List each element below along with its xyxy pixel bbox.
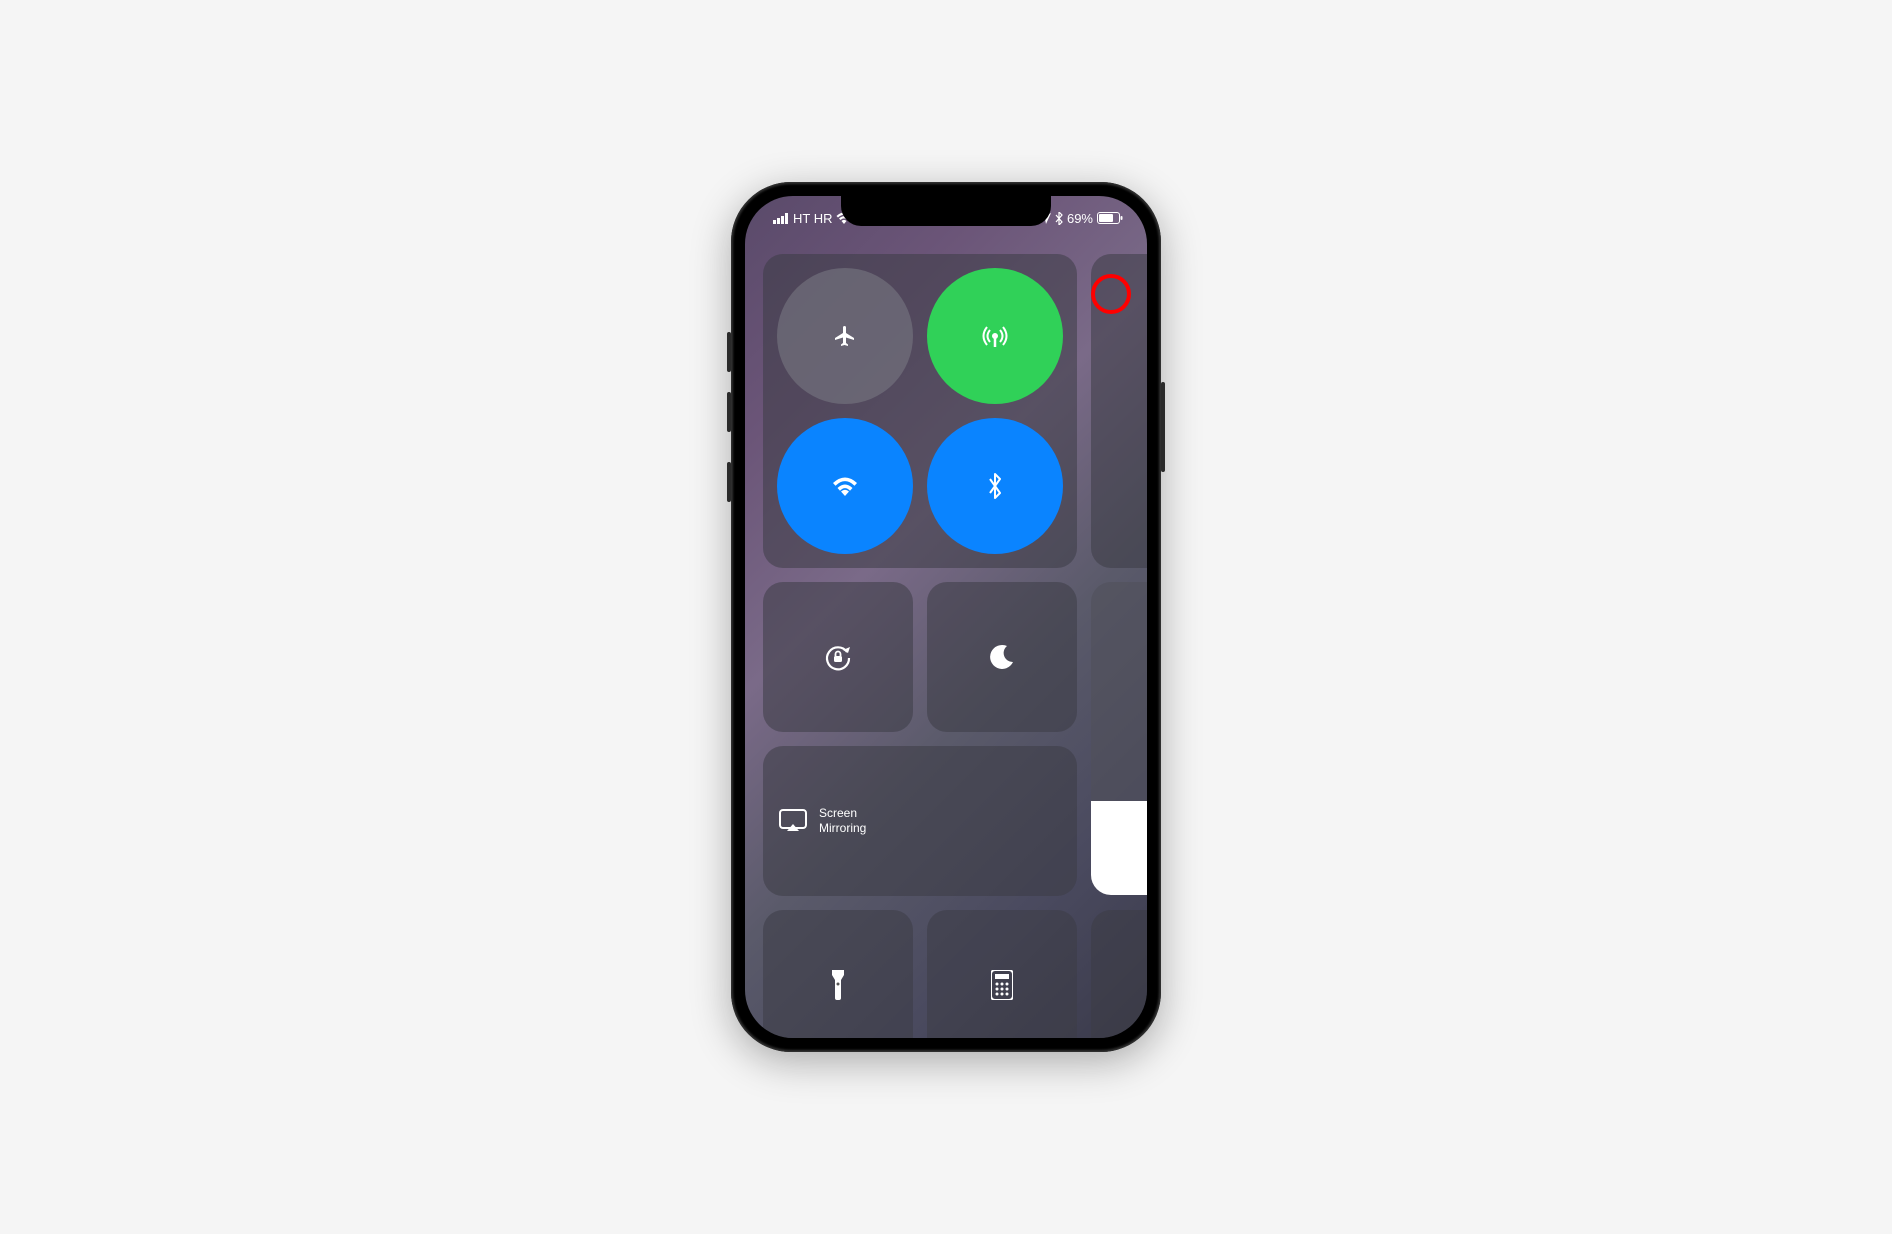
flashlight[interactable] [763,910,913,1038]
cellular-toggle[interactable] [927,268,1063,404]
bluetooth-toggle[interactable] [927,418,1063,554]
notch [841,196,1051,226]
battery-icon [1097,212,1123,224]
phone-1: HT HR 69% [731,182,1161,1052]
lock-rotation-icon [823,642,853,672]
brightness-fill [1091,801,1147,895]
wifi-toggle[interactable] [777,418,913,554]
screen-mirror-label: Screen Mirroring [819,806,866,835]
orientation-lock[interactable] [763,582,913,732]
brightness-slider[interactable] [1091,582,1147,895]
flashlight-icon [830,970,846,1000]
camera[interactable] [1091,910,1147,1038]
screen-1: HT HR 69% [745,196,1147,1038]
connectivity-tile[interactable] [763,254,1077,568]
calculator[interactable] [927,910,1077,1038]
cellular-signal-icon [773,213,789,224]
phones-row: HT HR 69% [731,182,1161,1052]
screen-mirroring[interactable]: Screen Mirroring [763,746,1077,896]
screen-mirror-icon [779,809,809,833]
connectivity-grid [763,254,1077,568]
bluetooth-icon [1055,212,1063,225]
media-tile[interactable]: Thunder East 17 [1091,254,1147,568]
control-center: Thunder East 17 [745,196,1147,1038]
do-not-disturb[interactable] [927,582,1077,732]
status-left: HT HR [773,211,852,226]
moon-icon [989,644,1015,670]
calculator-icon [991,970,1013,1000]
battery-percent: 69% [1067,211,1093,226]
airplane-toggle[interactable] [777,268,913,404]
carrier-label: HT HR [793,211,832,226]
